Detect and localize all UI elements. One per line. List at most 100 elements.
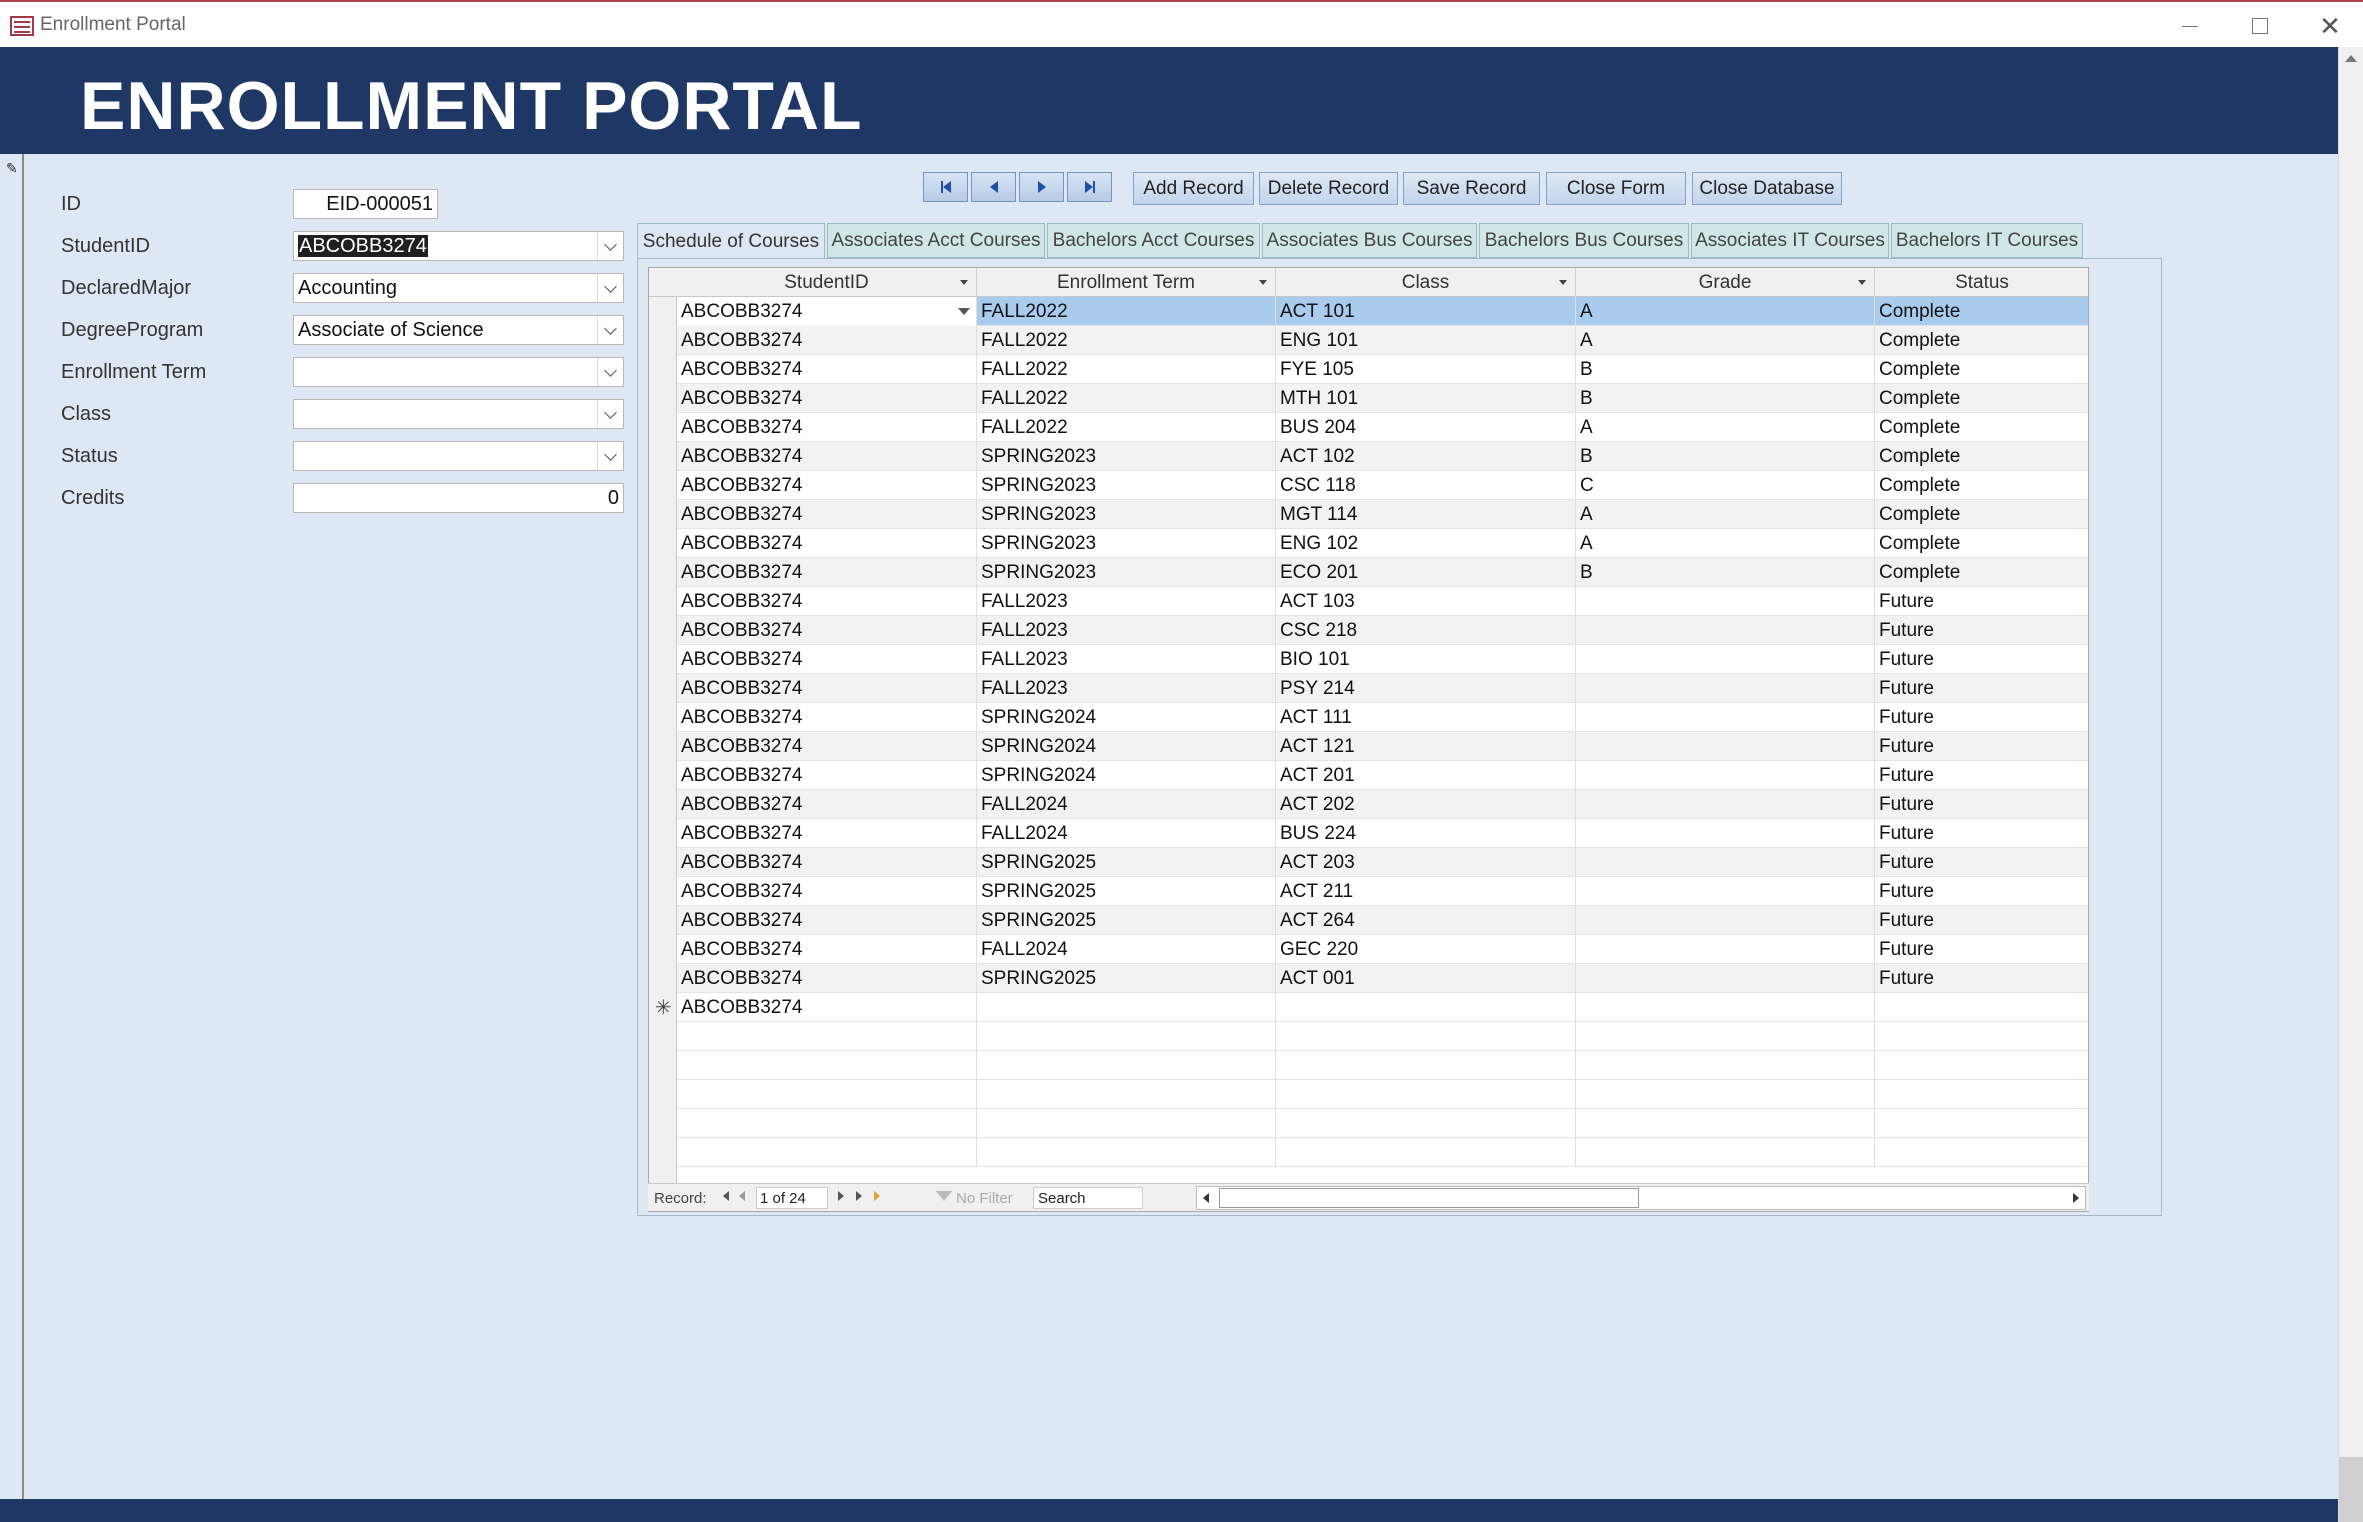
table-row[interactable]: ABCOBB3274 SPRING2023 CSC 118 C Complete (677, 471, 2088, 500)
column-header-enrollment-term[interactable]: Enrollment Term (977, 268, 1276, 297)
column-header-status[interactable]: Status (1875, 268, 2088, 297)
table-row[interactable]: ABCOBB3274 SPRING2025 ACT 211 Future (677, 877, 2088, 906)
table-cell[interactable]: B (1576, 558, 1875, 587)
table-cell[interactable]: A (1576, 297, 1875, 326)
table-cell[interactable]: CSC 218 (1276, 616, 1576, 645)
student-id-combo[interactable]: ABCOBB3274 (293, 231, 624, 261)
table-cell[interactable]: ABCOBB3274 (677, 326, 977, 355)
table-cell[interactable]: Future (1875, 935, 2088, 964)
table-cell[interactable] (1576, 674, 1875, 703)
table-cell[interactable]: ENG 102 (1276, 529, 1576, 558)
column-header-class[interactable]: Class (1276, 268, 1576, 297)
table-cell[interactable]: Complete (1875, 442, 2088, 471)
table-row[interactable]: ABCOBB3274 SPRING2023 MGT 114 A Complete (677, 500, 2088, 529)
table-cell[interactable]: ABCOBB3274 (677, 500, 977, 529)
tab-schedule-of-courses[interactable]: Schedule of Courses (637, 223, 825, 259)
table-cell[interactable]: ABCOBB3274 (677, 761, 977, 790)
table-row[interactable]: ABCOBB3274 SPRING2025 ACT 203 Future (677, 848, 2088, 877)
chevron-down-icon[interactable] (597, 274, 623, 302)
table-cell[interactable] (1576, 877, 1875, 906)
new-record-icon[interactable] (874, 1191, 880, 1201)
table-cell[interactable]: Complete (1875, 558, 2088, 587)
table-row[interactable]: ABCOBB3274 SPRING2024 ACT 111 Future (677, 703, 2088, 732)
table-row[interactable]: ABCOBB3274 SPRING2023 ENG 102 A Complete (677, 529, 2088, 558)
table-row[interactable]: ABCOBB3274 FALL2023 ACT 103 Future (677, 587, 2088, 616)
table-cell[interactable] (1576, 703, 1875, 732)
table-cell[interactable]: ABCOBB3274 (677, 935, 977, 964)
table-cell[interactable]: Future (1875, 587, 2088, 616)
table-cell[interactable]: FYE 105 (1276, 355, 1576, 384)
table-cell[interactable]: ABCOBB3274 (677, 645, 977, 674)
table-cell[interactable]: ACT 264 (1276, 906, 1576, 935)
table-row[interactable]: ABCOBB3274 FALL2022 FYE 105 B Complete (677, 355, 2088, 384)
declared-major-combo[interactable]: Accounting (293, 273, 624, 303)
table-cell[interactable]: Future (1875, 645, 2088, 674)
table-cell[interactable]: SPRING2023 (977, 471, 1276, 500)
table-cell[interactable]: B (1576, 442, 1875, 471)
table-cell[interactable]: ACT 211 (1276, 877, 1576, 906)
table-row[interactable]: ABCOBB3274 FALL2024 ACT 202 Future (677, 790, 2088, 819)
table-cell[interactable]: B (1576, 384, 1875, 413)
scroll-thumb[interactable] (1219, 1188, 1639, 1208)
table-cell[interactable]: ABCOBB3274 (677, 877, 977, 906)
table-cell[interactable]: Future (1875, 906, 2088, 935)
close-database-button[interactable]: Close Database (1692, 172, 1842, 205)
chevron-down-icon[interactable] (597, 400, 623, 428)
table-cell[interactable]: A (1576, 529, 1875, 558)
table-cell[interactable]: Future (1875, 790, 2088, 819)
table-row[interactable]: ABCOBB3274 FALL2022 BUS 204 A Complete (677, 413, 2088, 442)
table-cell[interactable]: BUS 224 (1276, 819, 1576, 848)
table-row[interactable]: ABCOBB3274 FALL2022 MTH 101 B Complete (677, 384, 2088, 413)
table-cell[interactable]: SPRING2025 (977, 964, 1276, 993)
filter-icon[interactable] (936, 1191, 952, 1201)
table-cell[interactable]: GEC 220 (1276, 935, 1576, 964)
table-cell[interactable] (1576, 616, 1875, 645)
table-cell[interactable]: ABCOBB3274 (677, 848, 977, 877)
table-cell[interactable] (1576, 761, 1875, 790)
table-cell[interactable]: CSC 118 (1276, 471, 1576, 500)
table-cell[interactable]: SPRING2025 (977, 848, 1276, 877)
table-cell[interactable]: FALL2024 (977, 935, 1276, 964)
sort-arrow-icon[interactable] (960, 280, 968, 285)
table-cell[interactable]: Complete (1875, 529, 2088, 558)
table-row[interactable]: ABCOBB3274 FALL2023 CSC 218 Future (677, 616, 2088, 645)
next-record-icon[interactable] (838, 1191, 844, 1201)
table-row[interactable]: ABCOBB3274 SPRING2023 ECO 201 B Complete (677, 558, 2088, 587)
horizontal-scrollbar[interactable] (1196, 1186, 2086, 1210)
table-cell[interactable]: Future (1875, 761, 2088, 790)
table-cell[interactable]: ACT 102 (1276, 442, 1576, 471)
close-form-button[interactable]: Close Form (1546, 172, 1686, 205)
table-cell[interactable]: B (1576, 355, 1875, 384)
chevron-down-icon[interactable] (597, 316, 623, 344)
table-cell[interactable] (1276, 993, 1576, 1022)
table-cell[interactable]: PSY 214 (1276, 674, 1576, 703)
no-filter-toggle[interactable]: No Filter (956, 1190, 1013, 1207)
table-row[interactable]: ABCOBB3274 SPRING2024 ACT 121 Future (677, 732, 2088, 761)
table-cell[interactable] (1576, 935, 1875, 964)
table-cell[interactable]: ABCOBB3274 (677, 819, 977, 848)
table-cell[interactable]: Future (1875, 848, 2088, 877)
table-cell[interactable]: Future (1875, 877, 2088, 906)
first-record-icon[interactable] (723, 1191, 729, 1201)
table-cell[interactable]: ABCOBB3274 (677, 703, 977, 732)
table-cell[interactable] (1576, 906, 1875, 935)
table-cell[interactable]: ABCOBB3274 (677, 790, 977, 819)
row-selector-column[interactable] (649, 268, 677, 1211)
table-cell[interactable]: SPRING2024 (977, 732, 1276, 761)
class-combo[interactable] (293, 399, 624, 429)
table-row[interactable]: ABCOBB3274 FALL2023 BIO 101 Future (677, 645, 2088, 674)
table-cell[interactable]: Future (1875, 819, 2088, 848)
chevron-down-icon[interactable] (958, 308, 970, 315)
table-cell[interactable] (1875, 993, 2088, 1022)
table-cell[interactable]: BIO 101 (1276, 645, 1576, 674)
table-cell[interactable]: SPRING2023 (977, 558, 1276, 587)
table-cell[interactable]: ABCOBB3274 (677, 384, 977, 413)
table-cell[interactable]: ABCOBB3274 (677, 906, 977, 935)
tab-bachelors-it-courses[interactable]: Bachelors IT Courses (1891, 223, 2083, 258)
table-cell[interactable] (1576, 790, 1875, 819)
table-cell[interactable]: C (1576, 471, 1875, 500)
tab-bachelors-bus-courses[interactable]: Bachelors Bus Courses (1479, 223, 1689, 258)
tab-associates-bus-courses[interactable]: Associates Bus Courses (1262, 223, 1477, 258)
table-cell[interactable] (1576, 732, 1875, 761)
credits-field[interactable]: 0 (293, 483, 624, 513)
